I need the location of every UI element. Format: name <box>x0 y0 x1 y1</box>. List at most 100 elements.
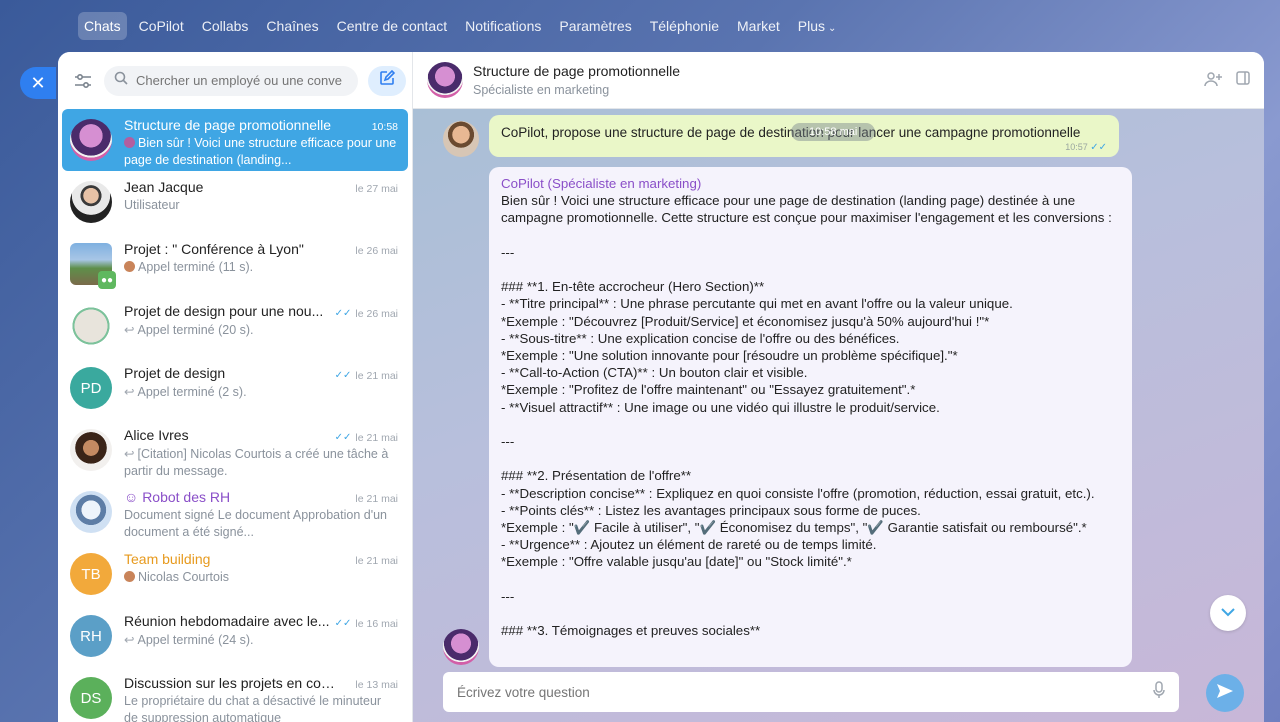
avatar <box>70 305 112 347</box>
chat-date: 10:58 <box>371 121 398 133</box>
add-user-icon[interactable] <box>1204 71 1222 90</box>
chat-title: Structure de page promotionnelle <box>124 117 332 133</box>
chat-preview: Nicolas Courtois <box>138 570 230 584</box>
date-pill: 10:58 mai <box>791 123 876 141</box>
chat-item-structure-page[interactable]: Structure de page promotionnelle 10:58 B… <box>62 109 408 171</box>
avatar <box>443 121 479 157</box>
chat-preview: Appel terminé (11 s). <box>138 260 254 274</box>
avatar: RH <box>70 615 112 657</box>
avatar <box>443 629 479 665</box>
nav-chaines[interactable]: Chaînes <box>260 12 324 40</box>
chat-item-projet-design-nou[interactable]: Projet de design pour une nou... ✓✓ le 26… <box>62 295 408 357</box>
message-composer[interactable] <box>443 672 1179 712</box>
send-button[interactable] <box>1206 674 1244 712</box>
chat-preview: Appel terminé (2 s). <box>137 384 247 399</box>
avatar: DS <box>70 677 112 719</box>
read-check-icon: ✓✓ <box>334 432 352 443</box>
nav-chats[interactable]: Chats <box>78 12 127 40</box>
avatar <box>427 62 463 98</box>
nav-centre-de-contact[interactable]: Centre de contact <box>331 12 454 40</box>
scroll-down-button[interactable] <box>1210 595 1246 631</box>
chat-preview: Utilisateur <box>124 198 180 212</box>
chat-date: le 21 mai <box>355 369 398 382</box>
chat-item-team-building[interactable]: TB Team building le 21 mai Nicolas Court… <box>62 543 408 605</box>
chat-date: le 16 mai <box>355 617 398 630</box>
nav-copilot[interactable]: CoPilot <box>133 12 190 40</box>
avatar <box>70 429 112 471</box>
avatar <box>70 119 112 161</box>
avatar <box>124 261 135 272</box>
reply-icon: ↩ <box>124 384 135 399</box>
chat-preview: Document signé Le document Approbation d… <box>124 508 387 539</box>
chat-preview: Le propriétaire du chat a désactivé le m… <box>124 694 382 722</box>
chat-item-reunion-hebdo[interactable]: RH Réunion hebdomadaire avec le... ✓✓ le … <box>62 605 408 667</box>
chat-title: Jean Jacque <box>124 179 204 195</box>
chat-item-conference-lyon[interactable]: ●● Projet : " Conférence à Lyon" le 26 m… <box>62 233 408 295</box>
send-icon <box>1216 683 1234 704</box>
nav-notifications[interactable]: Notifications <box>459 12 547 40</box>
page-subtitle: Spécialiste en marketing <box>473 83 610 97</box>
avatar: TB <box>70 553 112 595</box>
chat-date: le 27 mai <box>355 183 398 195</box>
message-area[interactable]: CoPilot, propose une structure de page d… <box>413 109 1264 722</box>
chat-date: le 13 mai <box>355 679 398 691</box>
sidebar-toggle-icon[interactable] <box>1236 70 1250 90</box>
read-check-icon: ✓✓ <box>334 370 352 381</box>
chat-date: le 21 mai <box>355 431 398 444</box>
chat-item-discussion-projets[interactable]: DS Discussion sur les projets en cours l… <box>62 667 408 722</box>
read-check-icon: ✓✓ <box>334 618 352 629</box>
message-input[interactable] <box>457 684 1153 700</box>
group-icon: ●● <box>98 271 116 289</box>
close-button[interactable]: ✕ <box>20 67 56 99</box>
page-title: Structure de page promotionnelle <box>473 63 681 79</box>
nav-parametres[interactable]: Paramètres <box>553 12 637 40</box>
search-icon <box>114 71 128 90</box>
chat-item-robot-rh[interactable]: ☺ Robot des RH le 21 mai Document signé … <box>62 481 408 543</box>
search-input[interactable] <box>136 73 348 88</box>
chat-preview: [Citation] Nicolas Courtois a créé une t… <box>124 446 389 478</box>
chat-sidebar: Structure de page promotionnelle 10:58 B… <box>58 52 413 722</box>
chat-item-alice-ivres[interactable]: Alice Ivres ✓✓ le 21 mai ↩ [Citation] Nico… <box>62 419 408 481</box>
sidebar-header <box>58 52 412 109</box>
chat-date: le 26 mai <box>355 307 398 320</box>
nav-telephonie[interactable]: Téléphonie <box>644 12 725 40</box>
chat-list: Structure de page promotionnelle 10:58 B… <box>58 109 412 722</box>
message-text: Bien sûr ! Voici une structure efficace … <box>501 193 1112 639</box>
filter-icon[interactable] <box>72 70 94 92</box>
new-chat-button[interactable] <box>368 65 406 96</box>
chat-title: Projet : " Conférence à Lyon" <box>124 241 304 257</box>
nav-plus[interactable]: Plus ⌄ <box>792 12 843 40</box>
chat-item-jean-jacque[interactable]: Jean Jacque le 27 mai Utilisateur <box>62 171 408 233</box>
chat-date: le 21 mai <box>355 493 398 505</box>
chat-title: Discussion sur les projets en cours <box>124 675 339 691</box>
chat-title: Réunion hebdomadaire avec le... <box>124 613 330 629</box>
messenger-window: Structure de page promotionnelle 10:58 B… <box>58 52 1264 722</box>
message-author: CoPilot (Spécialiste en marketing) <box>501 176 702 191</box>
avatar: PD <box>70 367 112 409</box>
avatar <box>70 181 112 223</box>
nav-market[interactable]: Market <box>731 12 786 40</box>
read-check-icon: ✓✓ <box>1090 142 1107 153</box>
search-box[interactable] <box>104 65 358 96</box>
chat-title: Team building <box>124 551 211 567</box>
message-time: 10:57 <box>1065 142 1088 152</box>
reply-icon: ↩ <box>124 446 135 461</box>
chevron-down-icon: ⌄ <box>828 23 837 34</box>
avatar: ●● <box>70 243 116 289</box>
top-navigation: Chats CoPilot Collabs Chaînes Centre de … <box>78 10 842 42</box>
chat-preview: Appel terminé (24 s). <box>137 632 254 647</box>
microphone-icon[interactable] <box>1153 680 1165 704</box>
avatar <box>124 137 135 148</box>
reply-icon: ↩ <box>124 322 135 337</box>
bot-icon: ☺ <box>124 489 143 505</box>
chat-title: Projet de design <box>124 365 226 381</box>
incoming-message: CoPilot (Spécialiste en marketing) Bien s… <box>489 167 1132 667</box>
chevron-down-icon <box>1220 604 1236 622</box>
nav-collabs[interactable]: Collabs <box>196 12 255 40</box>
conversation-header: Structure de page promotionnelle Spécial… <box>413 52 1264 109</box>
chat-preview: Bien sûr ! Voici une structure efficace … <box>124 136 397 167</box>
compose-icon <box>379 69 396 91</box>
chat-date: le 26 mai <box>355 245 398 257</box>
chat-date: le 21 mai <box>355 555 398 567</box>
chat-item-projet-design[interactable]: PD Projet de design ✓✓ le 21 mai ↩ Appel t… <box>62 357 408 419</box>
